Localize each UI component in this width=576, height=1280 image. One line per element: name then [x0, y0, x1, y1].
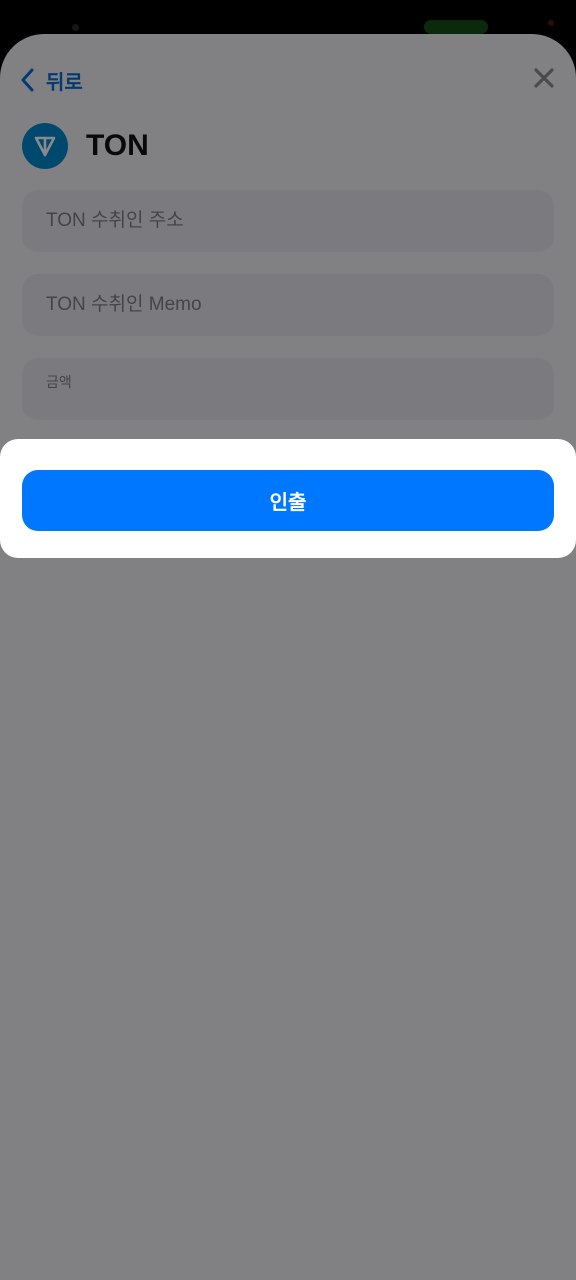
ton-logo-icon: [22, 123, 68, 169]
withdraw-button[interactable]: 인출: [22, 470, 554, 531]
withdraw-sheet: 뒤로 TON TON 수취인 주소 TON 수취인 Memo 금액: [0, 34, 576, 1280]
recipient-memo-field[interactable]: TON 수취인 Memo: [22, 274, 554, 336]
recipient-address-placeholder: TON 수취인 주소: [46, 210, 184, 231]
recipient-memo-placeholder: TON 수취인 Memo: [46, 294, 202, 315]
camera-dot: [72, 24, 79, 31]
back-button[interactable]: 뒤로: [20, 64, 83, 96]
battery-icon: [424, 20, 488, 34]
network-indicator: [340, 18, 410, 32]
chevron-left-icon: [20, 68, 34, 92]
recipient-address-field[interactable]: TON 수취인 주소: [22, 190, 554, 252]
sheet-header: 뒤로: [0, 34, 576, 124]
token-name: TON: [86, 129, 149, 162]
amount-field[interactable]: 금액: [22, 358, 554, 420]
recording-indicator-icon: [548, 20, 554, 26]
close-icon: [530, 64, 558, 92]
token-header: TON: [22, 122, 149, 170]
amount-label: 금액: [46, 374, 72, 390]
withdraw-action-panel: 인출: [0, 439, 576, 558]
close-button[interactable]: [530, 64, 558, 92]
status-bar: [0, 0, 576, 34]
back-label: 뒤로: [46, 69, 83, 94]
